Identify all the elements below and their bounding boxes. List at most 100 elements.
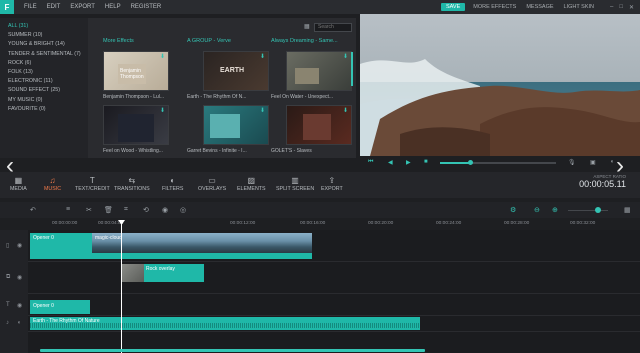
volume-icon[interactable]: ◖ <box>610 159 614 165</box>
preview-controls: ⏮ ◀ ▶ ■ 🎙 ▣ ◖ <box>360 156 640 170</box>
menubar: F FILE EDIT EXPORT HELP REGISTER SAVE MO… <box>0 0 640 14</box>
search-input[interactable]: Search <box>314 23 352 32</box>
tool-media[interactable]: ▦ MEDIA <box>10 175 27 192</box>
delete-icon[interactable]: ≡ <box>66 206 70 213</box>
music-thumb[interactable]: ⬇ <box>286 105 352 145</box>
music-title: Feel On Water - Unexpect... <box>271 94 334 100</box>
stop-icon[interactable]: ■ <box>424 159 428 165</box>
menu-file[interactable]: FILE <box>24 4 37 10</box>
category-sidebar: ALL (31) SUMMER (10) YOUNG & BRIGHT (14)… <box>0 18 88 158</box>
category-rock[interactable]: ROCK (6) <box>0 59 88 68</box>
cut-icon[interactable]: ✂ <box>86 206 92 214</box>
tool-music[interactable]: ♫ MUSIC <box>44 175 61 192</box>
menu-edit[interactable]: EDIT <box>47 4 61 10</box>
playhead[interactable] <box>121 224 122 353</box>
trash-icon[interactable]: 🗑 <box>104 206 113 214</box>
track-pip: Rock overlay <box>28 262 640 294</box>
more-effects-link[interactable]: MORE EFFECTS <box>473 4 516 10</box>
step-back-icon[interactable]: ◀ <box>388 159 393 166</box>
menu-help[interactable]: HELP <box>105 4 121 10</box>
audio-clip[interactable]: Earth - The Rhythm Of Nature <box>30 317 420 330</box>
overlay-clip[interactable]: Rock overlay <box>122 264 204 282</box>
close-icon[interactable]: ✕ <box>629 4 634 11</box>
maximize-icon[interactable]: □ <box>619 4 623 10</box>
timeline-scrollbar[interactable] <box>40 349 425 352</box>
category-tender[interactable]: TENDER & SENTIMENTAL (7) <box>0 50 88 59</box>
ruler-tick: 00:00:00:00 <box>52 221 78 226</box>
skip-back-icon[interactable]: ⏮ <box>368 159 373 166</box>
music-thumb[interactable]: Benjamin Thompson ⬇ <box>103 51 169 91</box>
app-logo: F <box>0 0 14 14</box>
elements-icon: ▨ <box>247 176 256 185</box>
category-my-music[interactable]: MY MUSIC (0) <box>0 96 88 105</box>
zoom-slider-track[interactable] <box>568 210 608 211</box>
tool-text-credit[interactable]: T TEXT/CREDIT <box>75 175 110 192</box>
eye-icon[interactable]: ◉ <box>17 242 22 249</box>
undo-icon[interactable]: ↶ <box>30 206 36 214</box>
play-icon[interactable]: ▶ <box>406 159 411 166</box>
title-clip[interactable]: Opener 0 <box>30 233 92 259</box>
zoom-in-icon[interactable]: ⊕ <box>552 206 558 214</box>
download-icon[interactable]: ⬇ <box>343 108 349 115</box>
music-thumb[interactable]: EARTH ⬇ <box>203 51 269 91</box>
download-icon[interactable]: ⬇ <box>343 54 349 61</box>
download-icon[interactable]: ⬇ <box>160 108 166 115</box>
category-folk[interactable]: FOLK (13) <box>0 68 88 77</box>
section-title: More Effects <box>103 38 134 44</box>
tool-transitions[interactable]: ⇆ TRANSITIONS <box>114 175 150 192</box>
download-icon[interactable]: ⬇ <box>260 54 266 61</box>
text-icon: T <box>89 176 95 185</box>
track-header-pip: ⧉ ◉ <box>0 262 28 294</box>
crop-icon[interactable]: ⌗ <box>124 206 128 214</box>
category-favourite[interactable]: FAVOURITE (0) <box>0 105 88 114</box>
zoom-slider-handle[interactable] <box>595 207 601 213</box>
timecode-display: ASPECT RATIO 00:00:05.11 <box>579 174 626 189</box>
download-icon[interactable]: ⬇ <box>260 108 266 115</box>
track-header-text: T ◉ <box>0 294 28 316</box>
music-thumb[interactable]: ⬇ <box>286 51 352 91</box>
light-skin-link[interactable]: LIGHT SKIN <box>564 4 594 10</box>
menu-export[interactable]: EXPORT <box>70 4 95 10</box>
category-all[interactable]: ALL (31) <box>0 22 88 31</box>
save-button[interactable]: SAVE <box>440 3 466 11</box>
snapshot-icon[interactable]: ▣ <box>590 159 596 166</box>
speed-icon[interactable]: ◎ <box>180 206 186 214</box>
timeline-tracks: ▯ ◉ Opener 0 magic-cloud ⧉ ◉ Rock overla… <box>0 230 640 353</box>
minimize-icon[interactable]: – <box>610 4 613 10</box>
text-clip[interactable]: Opener 0 <box>30 300 90 314</box>
text-track-icon: T <box>6 302 10 308</box>
tool-split-screen[interactable]: ▥ SPLIT SCREEN <box>276 175 314 192</box>
rotate-icon[interactable]: ⟲ <box>143 206 149 214</box>
settings-icon[interactable]: ⚙ <box>510 206 516 214</box>
track-text: Opener 0 <box>28 294 640 316</box>
ruler-tick: 00:00:24:00 <box>436 221 462 226</box>
eye-icon[interactable]: ◉ <box>17 274 22 281</box>
download-icon[interactable]: ⬇ <box>160 54 166 61</box>
menu-register[interactable]: REGISTER <box>131 4 162 10</box>
mic-icon[interactable]: 🎙 <box>568 159 576 166</box>
grid-view-icon[interactable]: ▦ <box>304 24 310 30</box>
category-summer[interactable]: SUMMER (10) <box>0 31 88 40</box>
tool-elements[interactable]: ▨ ELEMENTS <box>237 175 266 192</box>
color-icon[interactable]: ◉ <box>162 206 168 214</box>
fit-icon[interactable]: ▦ <box>624 206 631 214</box>
preview-progress-fill <box>440 162 470 164</box>
music-thumb[interactable]: ⬇ <box>203 105 269 145</box>
music-thumb[interactable]: ⬇ <box>103 105 169 145</box>
video-clip[interactable]: magic-cloud <box>92 233 312 259</box>
video-preview[interactable] <box>360 14 640 156</box>
category-young-bright[interactable]: YOUNG & BRIGHT (14) <box>0 40 88 49</box>
eye-icon[interactable]: ◉ <box>17 302 22 309</box>
tool-filters[interactable]: ◐ FILTERS <box>162 175 183 192</box>
volume-icon[interactable]: ◖ <box>17 320 21 326</box>
tool-export[interactable]: ⇪ EXPORT <box>321 175 343 192</box>
preview-frame <box>360 14 640 156</box>
tool-overlays[interactable]: ▭ OVERLAYS <box>198 175 226 192</box>
library-scrollbar[interactable] <box>351 52 353 86</box>
timeline-ruler[interactable]: 00:00:00:00 00:00:04:00 00:00:12:00 00:0… <box>0 218 640 230</box>
preview-progress-handle[interactable] <box>468 160 473 165</box>
message-link[interactable]: MESSAGE <box>526 4 553 10</box>
category-sound-effect[interactable]: SOUND EFFECT (25) <box>0 86 88 95</box>
category-electronic[interactable]: ELECTRONIC (11) <box>0 77 88 86</box>
zoom-out-icon[interactable]: ⊖ <box>534 206 540 214</box>
